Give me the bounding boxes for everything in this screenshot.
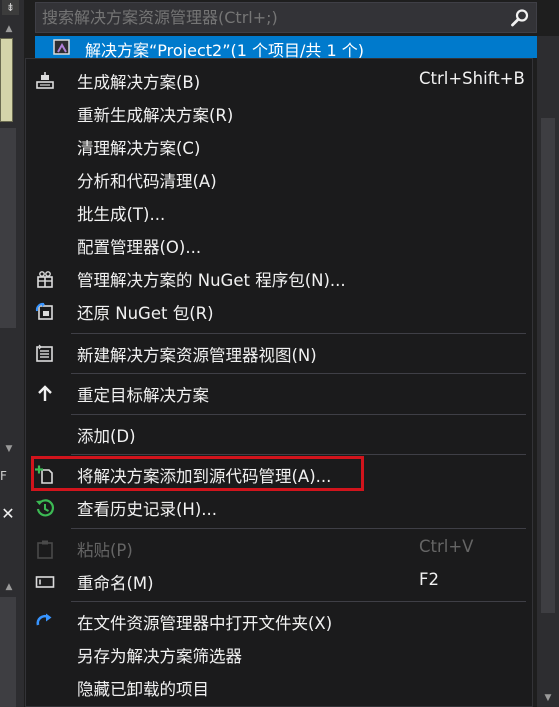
up-arrow-icon — [38, 385, 52, 401]
open-folder-icon — [36, 613, 52, 626]
solution-label: 解决方案“Project2”(1 个项目/共 1 个) — [85, 41, 364, 58]
menu-item-shortcut: F2 — [419, 570, 439, 589]
history-icon — [36, 499, 55, 517]
menu-item-shortcut: Ctrl+Shift+B — [419, 69, 525, 88]
menu-item-restore-nuget[interactable]: 还原 NuGet 包(R) — [26, 295, 532, 328]
scroll-up-arrow-icon-2[interactable]: ▲ — [0, 580, 18, 594]
scroll-down-arrow-icon-right[interactable]: ▼ — [540, 691, 556, 705]
search-input[interactable] — [42, 3, 502, 32]
solution-icon — [53, 39, 70, 55]
menu-separator — [71, 528, 526, 529]
menu-item-label: 配置管理器(O)... — [77, 238, 202, 257]
menu-item-retarget-solution[interactable]: 重定目标解决方案 — [26, 377, 532, 410]
menu-item-add[interactable]: 添加(D) — [26, 418, 532, 451]
menu-item-label: 重定目标解决方案 — [77, 386, 209, 405]
menu-separator — [71, 454, 526, 455]
build-icon — [36, 72, 54, 89]
menu-item-label: 查看历史记录(H)... — [77, 500, 218, 519]
menu-item-label: 批生成(T)... — [77, 205, 166, 224]
left-scroll-thumb-2[interactable] — [0, 597, 16, 707]
menu-item-rebuild-solution[interactable]: 重新生成解决方案(R) — [26, 97, 532, 130]
rename-icon — [35, 576, 55, 588]
menu-item-label: 重命名(M) — [77, 574, 154, 593]
menu-item-label: 另存为解决方案筛选器 — [77, 647, 242, 666]
menu-item-build-solution[interactable]: 生成解决方案(B) Ctrl+Shift+B — [26, 64, 532, 97]
paste-icon — [37, 540, 53, 559]
menu-item-configuration-manager[interactable]: 配置管理器(O)... — [26, 229, 532, 262]
menu-item-open-folder-in-explorer[interactable]: 在文件资源管理器中打开文件夹(X) — [26, 605, 532, 638]
menu-item-manage-nuget[interactable]: 管理解决方案的 NuGet 程序包(N)... — [26, 262, 532, 295]
menu-item-hide-unloaded-projects[interactable]: 隐藏已卸载的项目 — [26, 671, 532, 704]
menu-item-view-history[interactable]: 查看历史记录(H)... — [26, 491, 532, 524]
menu-item-label: 还原 NuGet 包(R) — [77, 304, 214, 323]
menu-separator — [71, 373, 526, 374]
scroll-up-arrow-icon[interactable]: ▲ — [0, 22, 18, 36]
solution-explorer-search[interactable] — [35, 2, 537, 33]
menu-item-label: 生成解决方案(B) — [77, 73, 201, 92]
menu-item-paste: 粘贴(P) Ctrl+V — [26, 532, 532, 565]
restore-package-icon — [35, 302, 53, 320]
solution-node[interactable]: 解决方案“Project2”(1 个项目/共 1 个) — [35, 36, 537, 58]
solution-context-menu: 生成解决方案(B) Ctrl+Shift+B 重新生成解决方案(R) 清理解决方… — [25, 58, 533, 707]
close-icon[interactable]: ✕ — [0, 505, 16, 523]
menu-item-label: 清理解决方案(C) — [77, 139, 201, 158]
menu-item-label: 在文件资源管理器中打开文件夹(X) — [77, 614, 333, 633]
editor-left-strip: ⇟ ▲ ▼ F ✕ ▲ — [0, 0, 24, 707]
menu-item-rename[interactable]: 重命名(M) F2 — [26, 565, 532, 598]
menu-item-label: 管理解决方案的 NuGet 程序包(N)... — [77, 271, 346, 290]
new-view-icon — [36, 344, 53, 362]
menu-item-label: 隐藏已卸载的项目 — [77, 680, 209, 699]
editor-highlight-block — [0, 38, 13, 122]
menu-item-batch-build[interactable]: 批生成(T)... — [26, 196, 532, 229]
left-strip-letter: F — [0, 469, 7, 483]
scroll-down-arrow-icon[interactable]: ▼ — [0, 442, 18, 456]
right-scrollbar[interactable]: ▼ — [537, 36, 559, 707]
menu-item-label: 添加(D) — [77, 427, 136, 446]
menu-item-label: 新建解决方案资源管理器视图(N) — [77, 346, 317, 365]
menu-item-new-explorer-view[interactable]: 新建解决方案资源管理器视图(N) — [26, 337, 532, 370]
search-icon[interactable] — [510, 8, 530, 28]
menu-item-clean-solution[interactable]: 清理解决方案(C) — [26, 130, 532, 163]
menu-separator — [71, 414, 526, 415]
menu-item-save-as-filter[interactable]: 另存为解决方案筛选器 — [26, 638, 532, 671]
menu-item-label: 粘贴(P) — [77, 541, 133, 560]
menu-separator — [71, 601, 526, 602]
annotation-highlight-box — [31, 456, 364, 491]
right-scroll-thumb[interactable] — [541, 118, 555, 613]
split-icon[interactable]: ⇟ — [2, 0, 19, 15]
left-scroll-thumb[interactable] — [0, 128, 16, 328]
menu-item-label: 分析和代码清理(A) — [77, 172, 217, 191]
nuget-package-icon — [37, 271, 53, 288]
menu-item-label: 重新生成解决方案(R) — [77, 106, 234, 125]
menu-item-analyze-cleanup[interactable]: 分析和代码清理(A) — [26, 163, 532, 196]
menu-item-shortcut: Ctrl+V — [419, 537, 474, 556]
menu-separator — [71, 333, 526, 334]
